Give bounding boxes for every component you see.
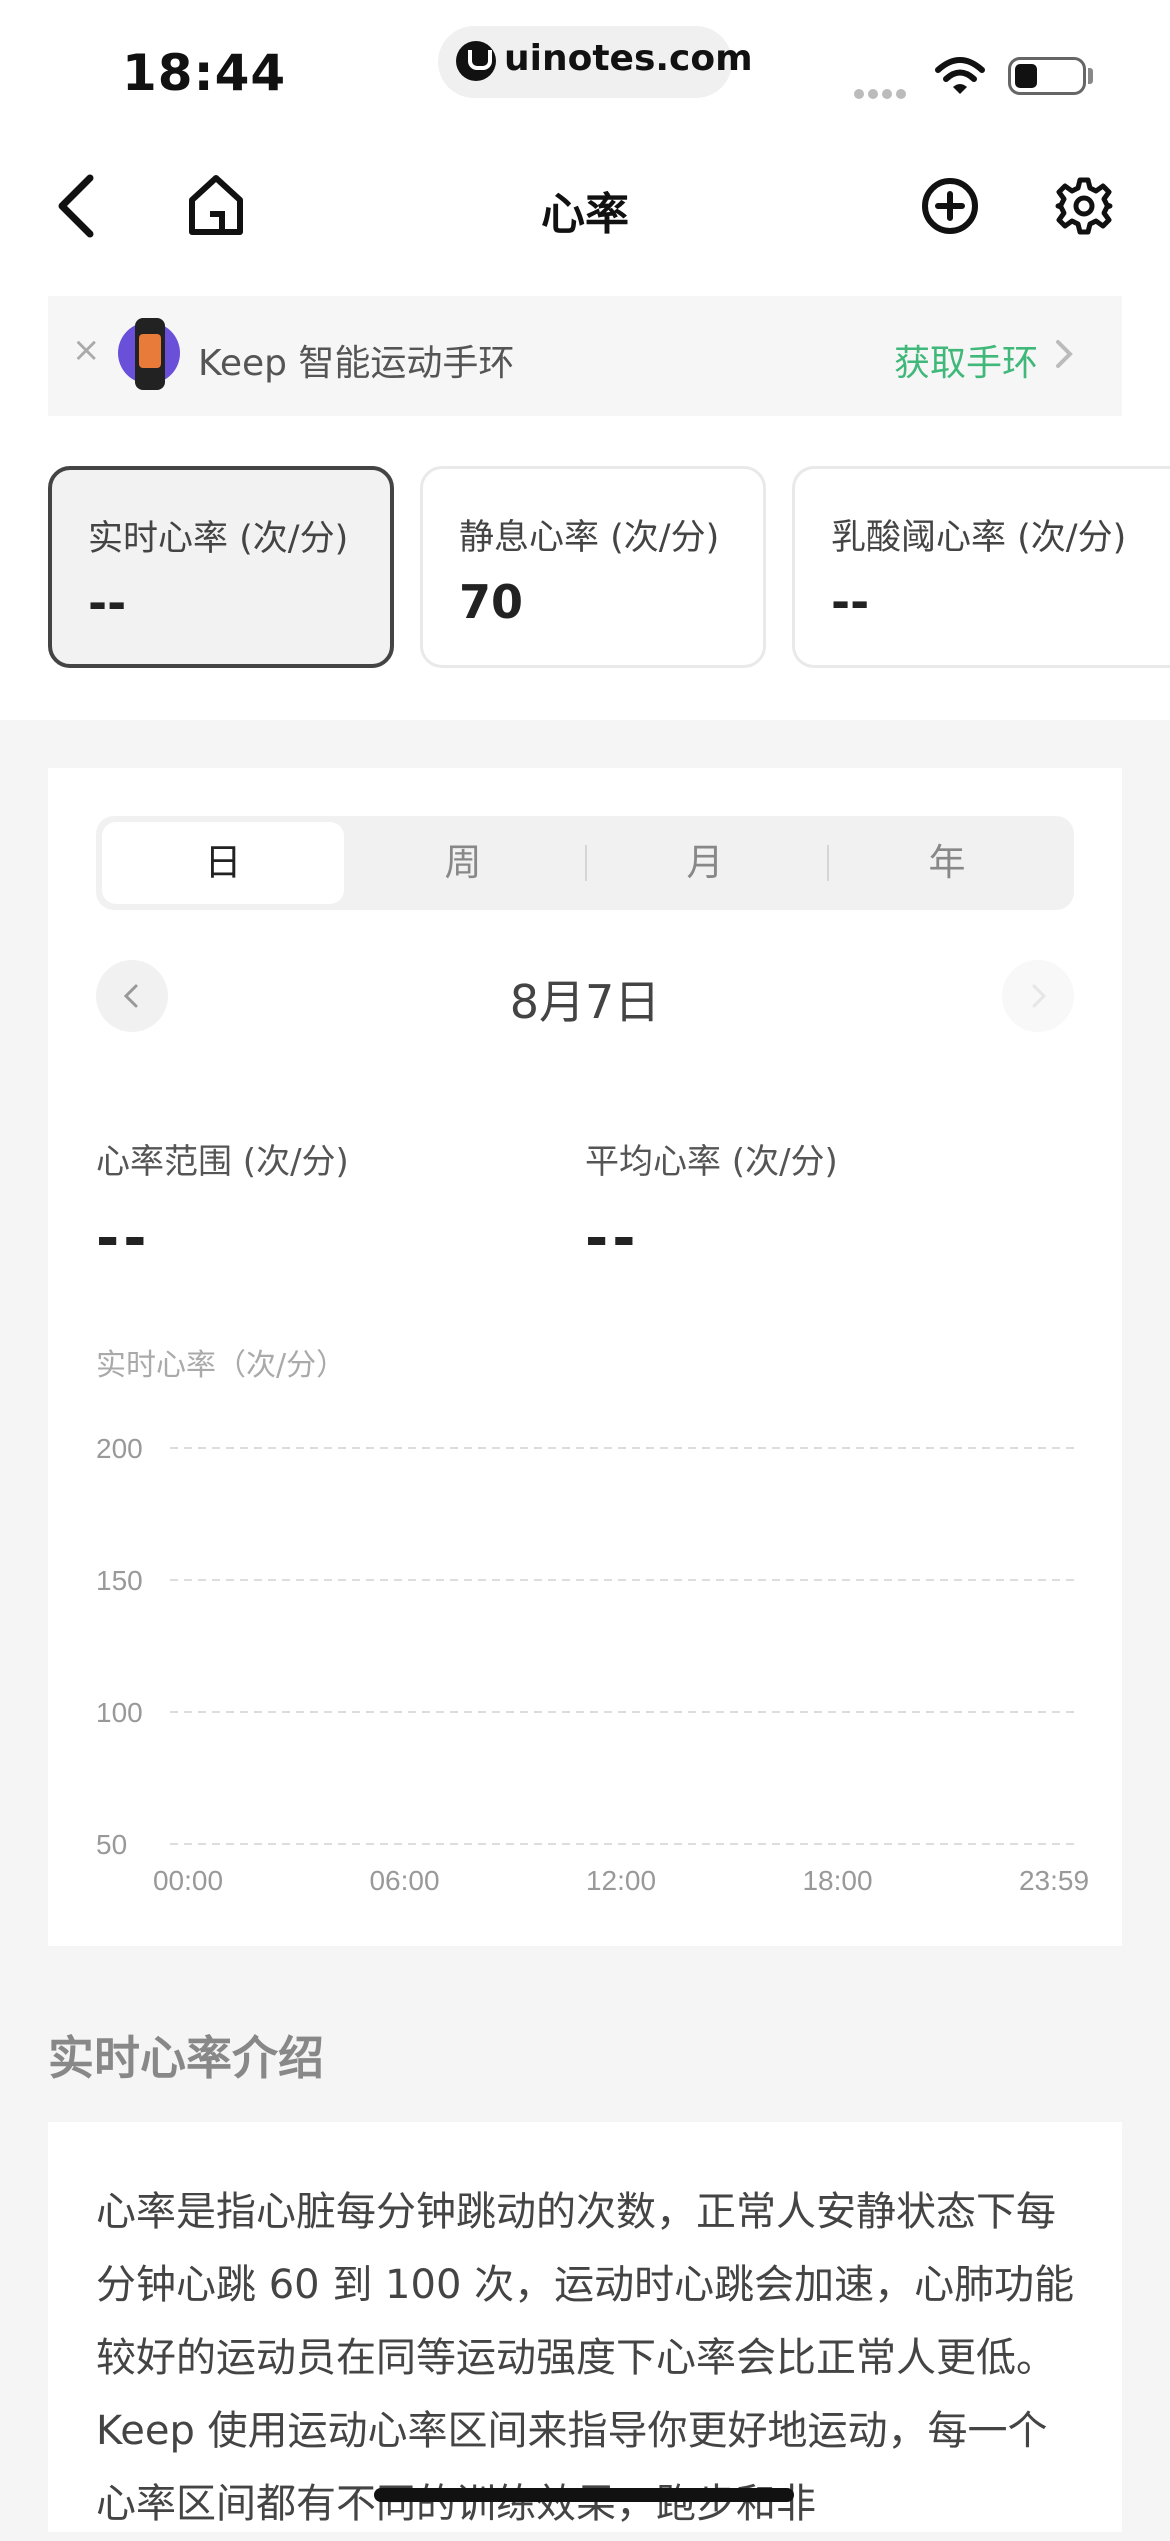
chevron-right-icon xyxy=(1032,984,1047,1008)
url-text: uinotes.com xyxy=(504,38,753,79)
x-tick-label: 18:00 xyxy=(802,1865,872,1896)
y-tick-label: 50 xyxy=(96,1829,127,1860)
back-icon[interactable] xyxy=(48,168,108,244)
date-label: 8月7日 xyxy=(509,975,661,1029)
metric-value: 70 xyxy=(459,575,524,629)
metric-label: 静息心率 (次/分) xyxy=(459,518,720,558)
next-date-button[interactable] xyxy=(1002,960,1074,1032)
intro-heading: 实时心率介绍 xyxy=(48,2031,324,2085)
metric-label: 乳酸阈心率 (次/分) xyxy=(831,518,1127,558)
watch-face xyxy=(139,334,161,368)
x-tick-label: 12:00 xyxy=(586,1865,656,1896)
tab-year[interactable]: 年 xyxy=(826,822,1068,904)
promo-text: Keep 智能运动手环 xyxy=(198,343,515,384)
metric-card-realtime[interactable]: 实时心率 (次/分) -- xyxy=(48,466,394,668)
battery-level xyxy=(1015,64,1037,88)
close-icon[interactable]: × xyxy=(72,330,101,370)
avg-label: 平均心率 (次/分) xyxy=(585,1142,838,1182)
chart-title: 实时心率（次/分） xyxy=(96,1348,347,1383)
metric-value: -- xyxy=(831,575,870,629)
heart-rate-chart: 200 150 100 50 00:00 06:00 12:00 18:00 23:59 xyxy=(96,1433,1089,1896)
site-logo-icon xyxy=(456,41,496,81)
intro-text: 心率是指心脏每分钟跳动的次数，正常人安静状态下每分钟心跳 60 到 100 次，… xyxy=(96,2189,1075,2527)
metric-card-resting[interactable]: 静息心率 (次/分) 70 xyxy=(420,466,766,668)
home-icon[interactable] xyxy=(184,170,248,240)
signal-icon xyxy=(854,84,910,103)
wifi-icon xyxy=(935,57,985,94)
gear-icon[interactable] xyxy=(1054,176,1114,236)
y-tick-label: 200 xyxy=(96,1433,143,1464)
home-indicator[interactable] xyxy=(374,2488,794,2502)
page-title: 心率 xyxy=(541,189,629,240)
prev-date-button[interactable] xyxy=(96,960,168,1032)
tab-month[interactable]: 月 xyxy=(584,822,826,904)
range-label: 心率范围 (次/分) xyxy=(96,1142,349,1182)
metric-card-lactate[interactable]: 乳酸阈心率 (次/分) -- xyxy=(792,466,1170,668)
status-time: 18:44 xyxy=(122,44,287,102)
x-tick-label: 06:00 xyxy=(369,1865,439,1896)
battery-tip xyxy=(1088,68,1093,84)
avg-value: -- xyxy=(585,1206,640,1271)
chevron-left-icon xyxy=(123,984,138,1008)
y-tick-label: 100 xyxy=(96,1697,143,1728)
chevron-right-icon xyxy=(1056,340,1073,368)
tab-day[interactable]: 日 xyxy=(102,822,344,904)
metric-value: -- xyxy=(88,576,127,630)
y-tick-label: 150 xyxy=(96,1565,143,1596)
range-value: -- xyxy=(96,1206,151,1271)
metric-label: 实时心率 (次/分) xyxy=(88,519,349,559)
x-tick-label: 00:00 xyxy=(153,1865,223,1896)
get-band-link[interactable]: 获取手环 xyxy=(894,334,1038,386)
add-icon[interactable] xyxy=(920,176,980,236)
tab-week[interactable]: 周 xyxy=(342,822,584,904)
x-tick-label: 23:59 xyxy=(1019,1865,1089,1896)
